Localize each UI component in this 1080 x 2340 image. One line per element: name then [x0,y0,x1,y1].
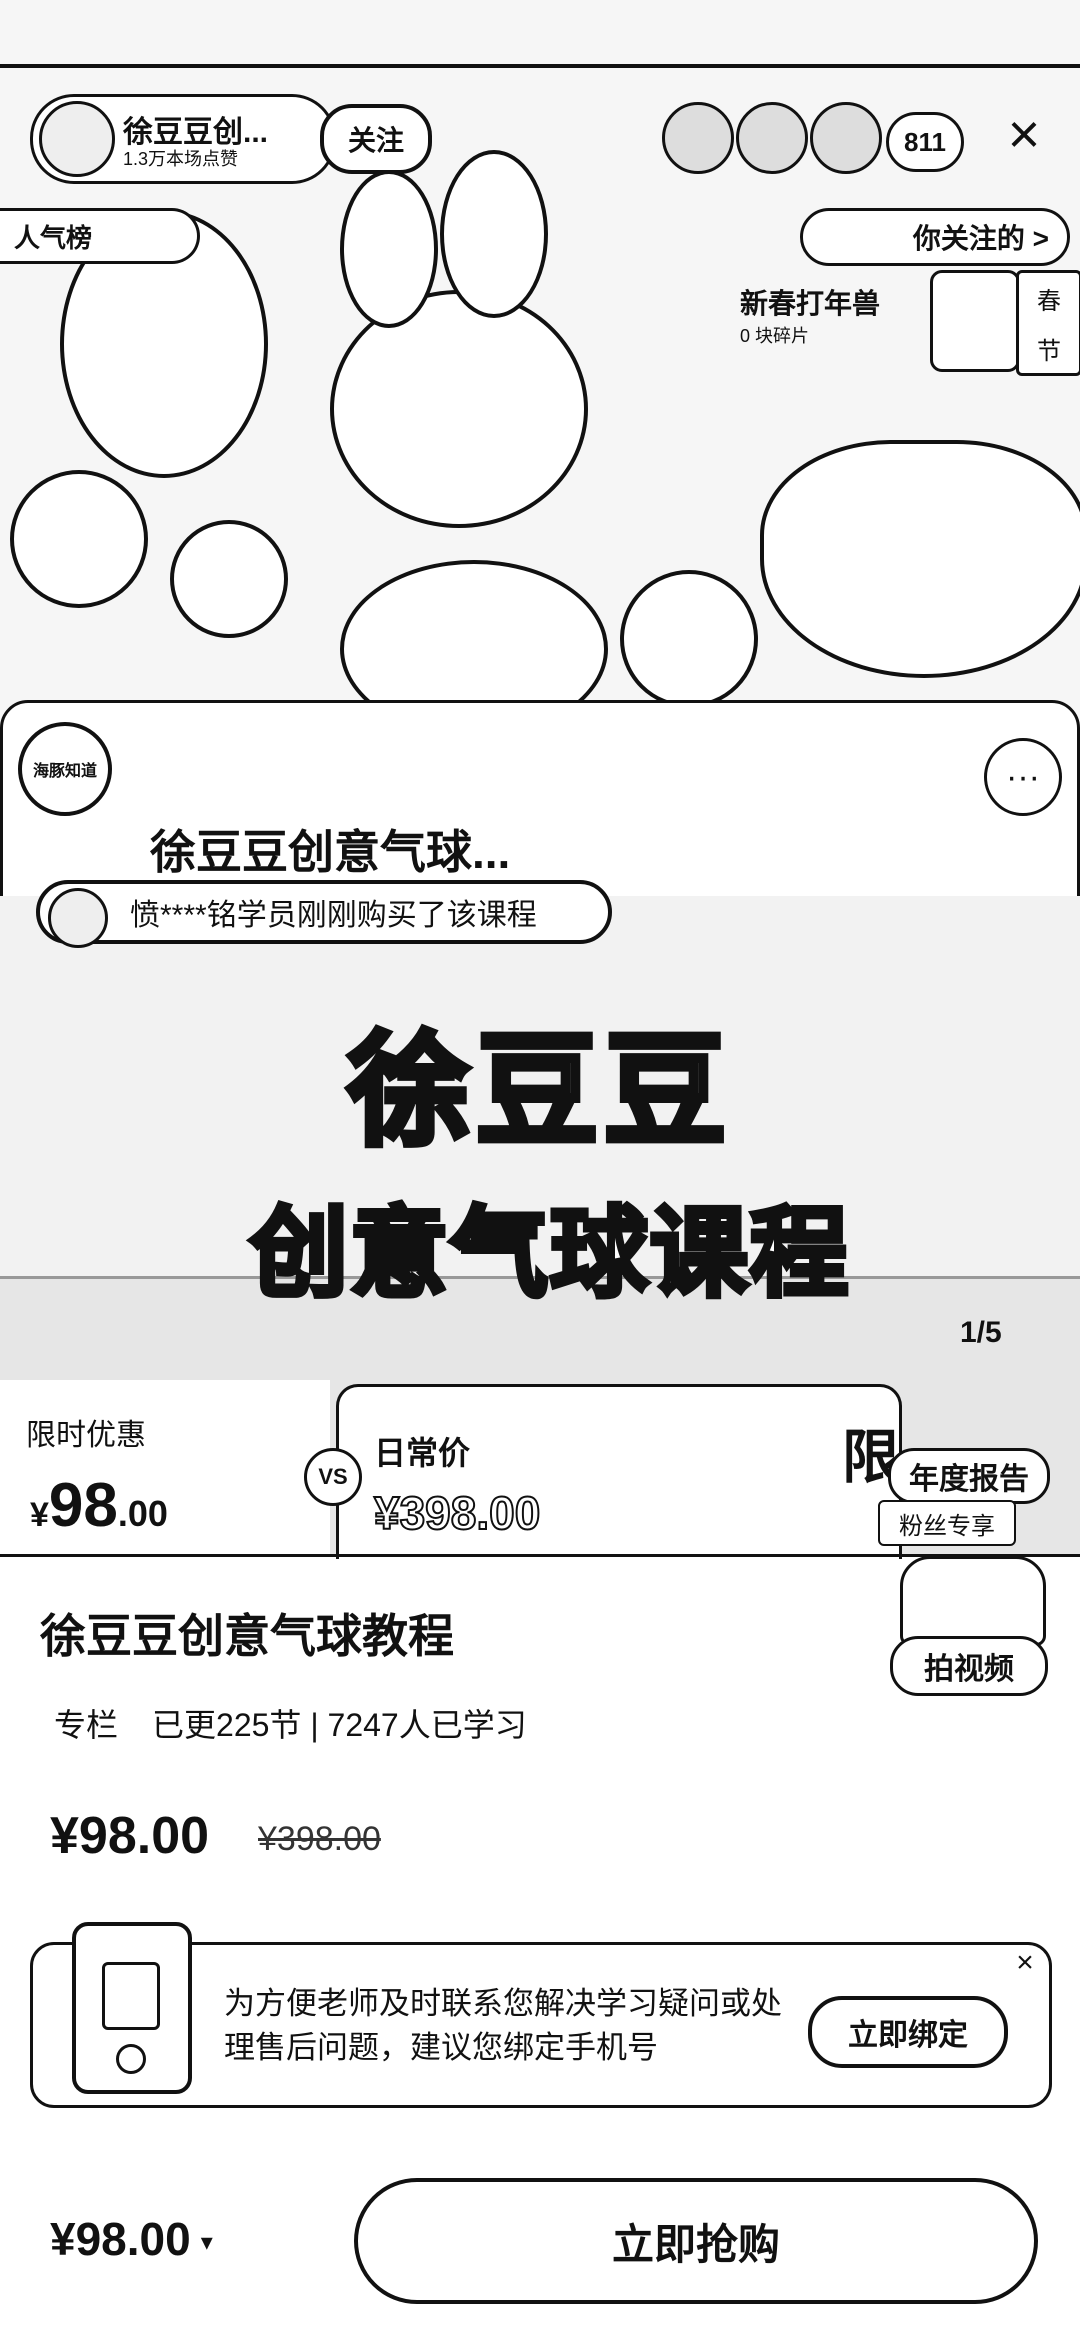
bottom-price-value: ¥98.00 [50,2213,191,2265]
following-tag[interactable]: 你关注的 > [800,208,1070,266]
balloon-bunny-ear-right [440,150,548,318]
fans-exclusive-tag: 粉丝专享 [878,1500,1016,1546]
host-card[interactable]: 徐豆豆创... 1.3万本场点赞 [30,94,336,184]
course-meta: 专栏 已更225节 | 7247人已学习 [54,1700,527,1746]
new-year-sub: 0 块碎片 [740,326,810,346]
bind-now-button[interactable]: 立即绑定 [808,1996,1008,2068]
host-likes: 1.3万本场点赞 [123,149,239,169]
banner-subtitle: 创意气球课程 [247,1198,850,1308]
course-card-title: 徐豆豆创意气球... [150,826,511,878]
phone-home-button-icon [116,2044,146,2074]
balloon-small-decoration [620,570,758,708]
phone-contact-icon [102,1962,160,2030]
viewer-count[interactable]: 811 [886,112,964,172]
banner-title: 徐豆豆 [345,1023,732,1159]
spring-festival-char-1: 春 [1037,287,1061,315]
balloon-bunny-ear-left [340,170,438,328]
status-divider [0,64,1080,68]
shoot-video-decoration [900,1556,1046,1646]
daily-price-label: 日常价 [374,1435,471,1471]
daily-price: ¥398.00 [373,1486,541,1540]
banner-divider [0,1554,1080,1557]
new-year-monster-icon[interactable] [930,270,1020,372]
viewer-avatar[interactable] [736,102,808,174]
balloon-bunny-decoration [330,290,588,528]
annual-report-button[interactable]: 年度报告 [888,1448,1050,1504]
new-year-title: 新春打年兽 [740,288,881,319]
more-options-icon[interactable]: ··· [984,738,1062,816]
spring-festival-tag[interactable]: 春 节 [1016,270,1080,376]
dolphin-logo: 海豚知道 [18,722,112,816]
bottom-price[interactable]: ¥98.00 ▾ [50,2212,213,2266]
promo-integer: 98 [48,1471,118,1540]
limited-offer-label: 限时优惠 [26,1419,146,1452]
buyer-avatar [48,888,108,948]
host-avatar[interactable] [39,101,115,177]
course-learners: 7247人已学习 [327,1707,527,1743]
course-updated: 已更225节 [152,1707,302,1743]
bowl-decoration [760,440,1080,678]
course-original-price: ¥398.00 [258,1820,381,1858]
banner-page-indicator: 1/5 [960,1316,1002,1349]
phone-icon [72,1922,192,2094]
promo-decimal: .00 [117,1493,168,1534]
promo-price: ¥98.00 [30,1470,168,1541]
viewer-avatar[interactable] [810,102,882,174]
course-name: 徐豆豆创意气球教程 [40,1610,454,1662]
balloon-grape-decoration [10,470,148,608]
following-tag-label: 你关注的 > [912,223,1049,254]
meta-separator: | [310,1707,319,1743]
promo-currency: ¥ [30,1496,49,1534]
viewer-avatar[interactable] [662,102,734,174]
chevron-down-icon[interactable]: ▾ [201,2229,213,2256]
purchase-notice: 愤****铭学员刚刚购买了该课程 [36,880,612,944]
popularity-rank-label: 人气榜 [14,222,93,253]
close-icon[interactable]: × [1008,1946,1042,1980]
course-price: ¥98.00 [50,1807,210,1865]
new-year-event[interactable]: 新春打年兽 0 块碎片 [740,282,930,362]
shoot-video-button[interactable]: 拍视频 [890,1636,1048,1696]
buy-now-button[interactable]: 立即抢购 [354,2178,1038,2304]
spring-festival-char-2: 节 [1037,337,1061,365]
bind-phone-message: 为方便老师及时联系您解决学习疑问或处理售后问题，建议您绑定手机号 [224,1986,782,2065]
close-icon[interactable]: × [998,104,1050,164]
vs-badge: VS [304,1448,362,1506]
follow-button[interactable]: 关注 [320,104,432,174]
balloon-grape-decoration-2 [170,520,288,638]
popularity-rank-tag[interactable]: 人气榜 [0,208,200,264]
course-type: 专栏 [54,1707,119,1743]
